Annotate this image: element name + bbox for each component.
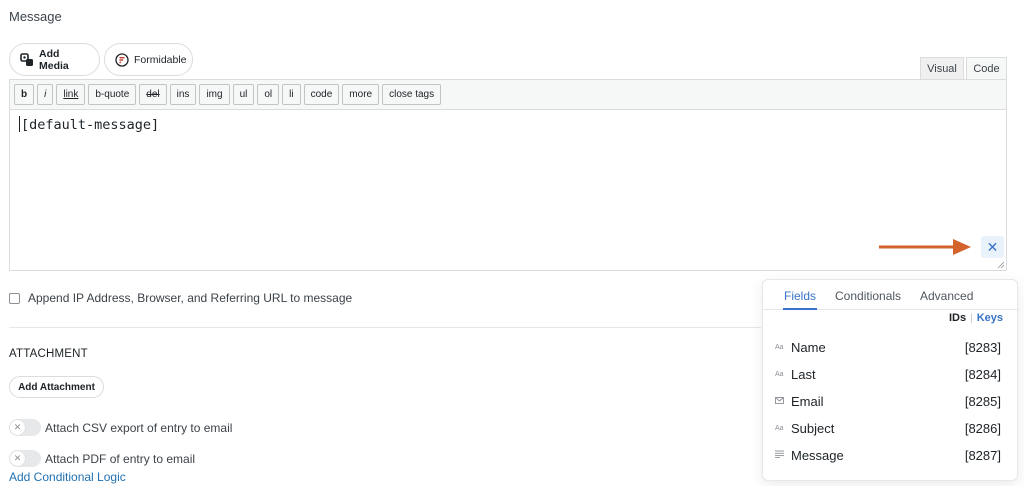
paragraph-field-icon bbox=[775, 450, 791, 460]
text-field-icon: Aa bbox=[775, 370, 784, 378]
tab-fields[interactable]: Fields bbox=[784, 289, 816, 303]
tab-code[interactable]: Code bbox=[966, 57, 1007, 79]
quicktag-li-button[interactable]: li bbox=[282, 84, 301, 105]
attach-pdf-toggle[interactable]: ✕ bbox=[9, 450, 41, 467]
email-field-icon bbox=[775, 396, 791, 406]
toggle-off-icon: ✕ bbox=[10, 420, 25, 435]
ids-keys-switch: IDs | Keys bbox=[949, 312, 1003, 324]
message-label: Message bbox=[9, 9, 62, 24]
tab-conditionals[interactable]: Conditionals bbox=[835, 289, 901, 303]
resize-grip-icon[interactable] bbox=[997, 261, 1005, 269]
attach-csv-label: Attach CSV export of entry to email bbox=[45, 420, 233, 435]
formidable-label: Formidable bbox=[134, 53, 187, 66]
field-name: Subject bbox=[791, 420, 835, 436]
active-tab-indicator bbox=[783, 308, 817, 310]
quicktag-ins-button[interactable]: ins bbox=[169, 84, 197, 105]
separator: | bbox=[970, 312, 973, 324]
add-conditional-logic-link[interactable]: Add Conditional Logic bbox=[9, 470, 126, 484]
quicktag-ul-button[interactable]: ul bbox=[232, 84, 255, 105]
media-icon bbox=[20, 52, 34, 67]
editor: b i link b-quote del ins img ul ol li co… bbox=[9, 79, 1007, 271]
toggle-off-icon: ✕ bbox=[10, 451, 25, 466]
field-name: Email bbox=[791, 393, 824, 409]
field-item-email[interactable]: Email [8285] bbox=[775, 392, 1001, 410]
add-attachment-button[interactable]: Add Attachment bbox=[9, 376, 104, 398]
attachment-heading: ATTACHMENT bbox=[9, 348, 88, 360]
field-id: [8287] bbox=[964, 447, 1001, 463]
field-name: Message bbox=[791, 447, 844, 463]
text-field-icon: Aa bbox=[775, 343, 784, 351]
panel-tabs: Fields Conditionals Advanced bbox=[763, 280, 1019, 310]
quicktag-ol-button[interactable]: ol bbox=[257, 84, 280, 105]
append-ip-checkbox[interactable] bbox=[9, 292, 20, 304]
ids-toggle[interactable]: IDs bbox=[949, 312, 966, 324]
field-item-last[interactable]: Aa Last [8284] bbox=[775, 365, 1001, 383]
message-textarea[interactable]: [default-message] bbox=[10, 110, 1006, 270]
quicktag-blockquote-button[interactable]: b-quote bbox=[88, 84, 137, 105]
text-field-icon: Aa bbox=[775, 424, 784, 432]
quicktag-del-button[interactable]: del bbox=[139, 84, 167, 105]
annotation-arrow-icon bbox=[879, 239, 971, 255]
field-item-message[interactable]: Message [8287] bbox=[775, 446, 1001, 464]
close-icon: ✕ bbox=[986, 238, 999, 255]
field-name: Last bbox=[791, 366, 816, 382]
tab-advanced[interactable]: Advanced bbox=[920, 289, 973, 303]
field-item-name[interactable]: Aa Name [8283] bbox=[775, 338, 1001, 356]
quicktag-img-button[interactable]: img bbox=[199, 84, 230, 105]
close-field-panel-button[interactable]: ✕ bbox=[981, 236, 1004, 258]
attach-pdf-label: Attach PDF of entry to email bbox=[45, 451, 196, 466]
field-id: [8286] bbox=[964, 420, 1001, 436]
attach-csv-option[interactable]: ✕ Attach CSV export of entry to email bbox=[9, 419, 232, 436]
keys-toggle[interactable]: Keys bbox=[977, 312, 1003, 324]
formidable-logo-icon bbox=[115, 52, 129, 67]
tab-visual[interactable]: Visual bbox=[920, 57, 964, 79]
add-media-label: Add Media bbox=[39, 47, 69, 72]
fields-panel: Fields Conditionals Advanced IDs | Keys … bbox=[762, 279, 1019, 481]
section-divider bbox=[9, 327, 761, 328]
quicktag-link-button[interactable]: link bbox=[56, 84, 86, 105]
quicktag-code-button[interactable]: code bbox=[303, 84, 340, 105]
append-ip-label: Append IP Address, Browser, and Referrin… bbox=[28, 291, 353, 305]
field-id: [8284] bbox=[964, 366, 1001, 382]
quicktag-close-tags-button[interactable]: close tags bbox=[382, 84, 442, 105]
field-name: Name bbox=[791, 339, 826, 355]
attach-csv-toggle[interactable]: ✕ bbox=[9, 419, 41, 436]
field-item-subject[interactable]: Aa Subject [8286] bbox=[775, 419, 1001, 437]
field-id: [8285] bbox=[964, 393, 1001, 409]
message-content: [default-message] bbox=[21, 117, 160, 133]
append-ip-option[interactable]: Append IP Address, Browser, and Referrin… bbox=[9, 291, 352, 305]
quicktags-toolbar: b i link b-quote del ins img ul ol li co… bbox=[10, 80, 1006, 110]
field-id: [8283] bbox=[964, 339, 1001, 355]
add-media-button[interactable]: Add Media bbox=[9, 43, 100, 76]
text-caret bbox=[19, 116, 20, 132]
attach-pdf-option[interactable]: ✕ Attach PDF of entry to email bbox=[9, 450, 195, 467]
quicktag-italic-button[interactable]: i bbox=[37, 84, 54, 105]
quicktag-more-button[interactable]: more bbox=[342, 84, 380, 105]
formidable-button[interactable]: Formidable bbox=[104, 43, 193, 76]
quicktag-bold-button[interactable]: b bbox=[14, 84, 35, 105]
